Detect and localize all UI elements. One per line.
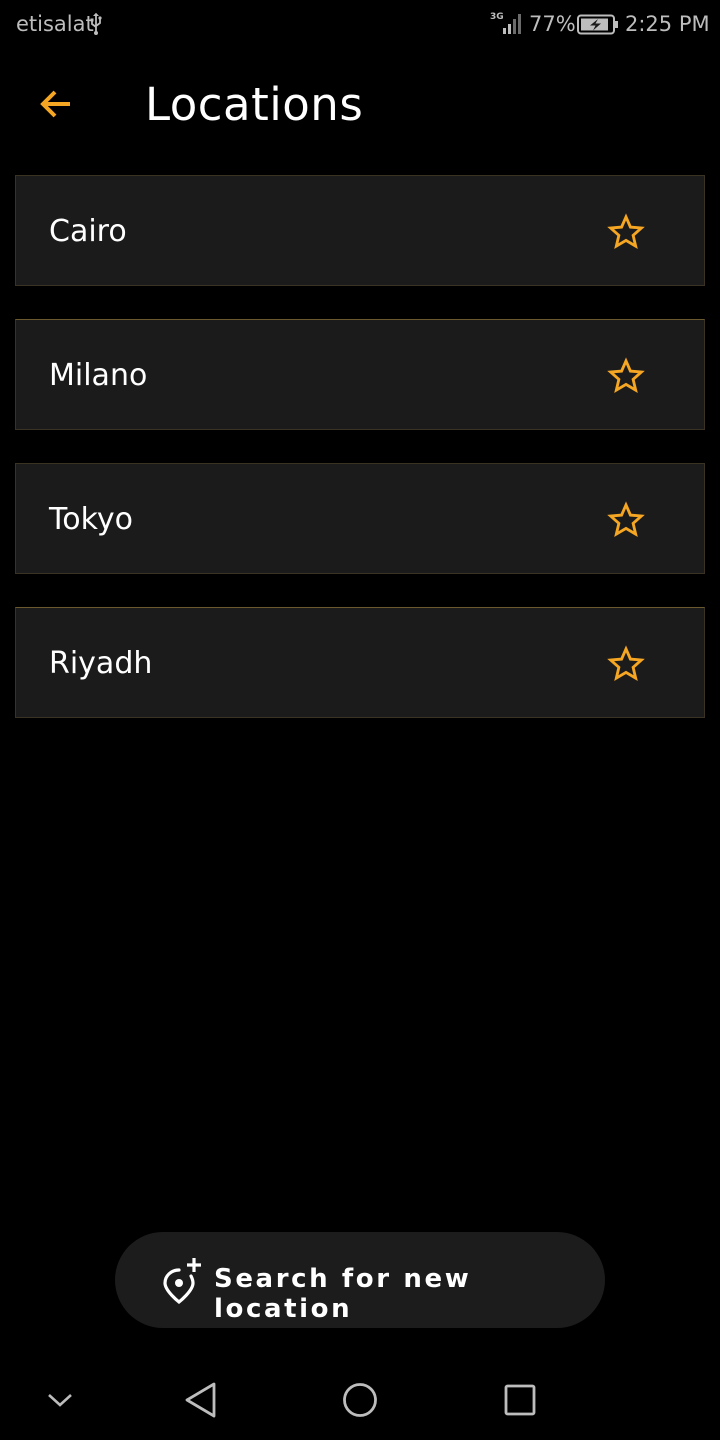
page-title: Locations [145,78,364,131]
star-outline-icon [607,501,645,538]
navigation-bar [0,1360,720,1440]
status-bar: etisalat 3G 77% 2:25 PM [0,0,720,50]
hide-nav-button[interactable] [38,1378,82,1422]
usb-icon [90,12,102,35]
search-new-location-button[interactable]: Search for new location [115,1232,605,1328]
battery-percent: 77% [529,12,576,36]
clock: 2:25 PM [625,12,710,36]
nav-home-button[interactable] [338,1378,382,1422]
nav-recents-button[interactable] [498,1378,542,1422]
favorite-button[interactable] [606,356,646,396]
star-outline-icon [607,645,645,682]
home-circle-icon [343,1383,377,1417]
list-item[interactable]: Riyadh [15,607,705,718]
location-name: Riyadh [49,646,153,681]
list-item[interactable]: Cairo [15,175,705,286]
signal-icon [503,14,521,34]
favorite-button[interactable] [606,500,646,540]
search-button-label: Search for new location [214,1264,472,1324]
location-name: Milano [49,358,148,393]
chevron-down-icon [48,1394,72,1407]
list-item[interactable]: Milano [15,319,705,430]
star-outline-icon [607,357,645,394]
add-location-icon [163,1258,201,1305]
location-name: Tokyo [49,502,133,537]
arrow-left-icon [40,90,70,118]
list-item[interactable]: Tokyo [15,463,705,574]
recents-square-icon [504,1384,536,1416]
favorite-button[interactable] [606,644,646,684]
favorite-button[interactable] [606,212,646,252]
app-bar: Locations [0,60,720,150]
back-triangle-icon [185,1382,216,1418]
battery-charging-icon [577,14,618,35]
location-name: Cairo [49,214,127,249]
back-button[interactable] [26,74,86,134]
star-outline-icon [607,213,645,250]
carrier-name: etisalat [16,12,94,36]
location-list: Cairo Milano Tokyo Riyadh [15,175,705,751]
nav-back-button[interactable] [178,1378,222,1422]
